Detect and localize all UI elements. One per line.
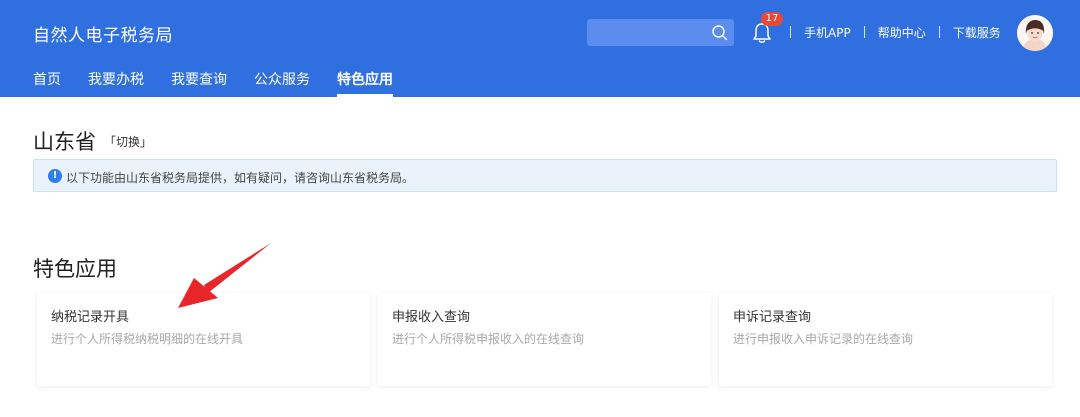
help-center-link[interactable]: 帮助中心 (878, 24, 926, 41)
divider (938, 26, 940, 38)
nav-tax-handling[interactable]: 我要办税 (88, 72, 144, 97)
red-arrow-icon (178, 243, 271, 308)
search-input[interactable] (587, 19, 734, 46)
card-appeal-query[interactable]: 申诉记录查询 进行申报收入申诉记录的在线查询 (719, 293, 1052, 386)
card-title: 纳税记录开具 (51, 310, 130, 325)
card-title: 申报收入查询 (392, 310, 471, 325)
notification-badge: 17 (761, 12, 783, 26)
card-description: 进行个人所得税纳税明细的在线开具 (51, 332, 244, 346)
province-name: 山东省 (33, 130, 96, 154)
switch-province-link[interactable]: 「切换」 (104, 133, 152, 150)
info-icon: ! (48, 169, 62, 183)
card-income-query[interactable]: 申报收入查询 进行个人所得税申报收入的在线查询 (378, 293, 711, 386)
main-nav: 首页 我要办税 我要查询 公众服务 特色应用 (33, 72, 420, 97)
user-avatar-icon (1017, 15, 1053, 51)
divider (863, 26, 865, 38)
nav-home[interactable]: 首页 (33, 72, 61, 97)
nav-public-service[interactable]: 公众服务 (254, 72, 310, 97)
nav-query[interactable]: 我要查询 (171, 72, 227, 97)
download-service-link[interactable]: 下载服务 (953, 24, 1001, 41)
card-title: 申诉记录查询 (733, 310, 812, 325)
search-icon[interactable] (710, 23, 730, 43)
top-links: 手机APP 帮助中心 下载服务 (786, 24, 1001, 40)
nav-featured-apps[interactable]: 特色应用 (337, 72, 393, 97)
card-description: 进行申报收入申诉记录的在线查询 (733, 332, 914, 346)
site-title[interactable]: 自然人电子税务局 (33, 21, 173, 46)
card-description: 进行个人所得税申报收入的在线查询 (392, 332, 585, 346)
mobile-app-link[interactable]: 手机APP (804, 24, 851, 41)
divider (790, 26, 791, 38)
section-title: 特色应用 (33, 257, 117, 281)
notice-text: 以下功能由山东省税务局提供，如有疑问，请咨询山东省税务局。 (66, 171, 415, 185)
top-header: 自然人电子税务局 17 手机APP 帮助中心 下载服务 首页 我要办税 我要查询… (0, 0, 1080, 97)
avatar[interactable] (1017, 15, 1053, 51)
notice-bar: ! 以下功能由山东省税务局提供，如有疑问，请咨询山东省税务局。 (33, 159, 1057, 192)
